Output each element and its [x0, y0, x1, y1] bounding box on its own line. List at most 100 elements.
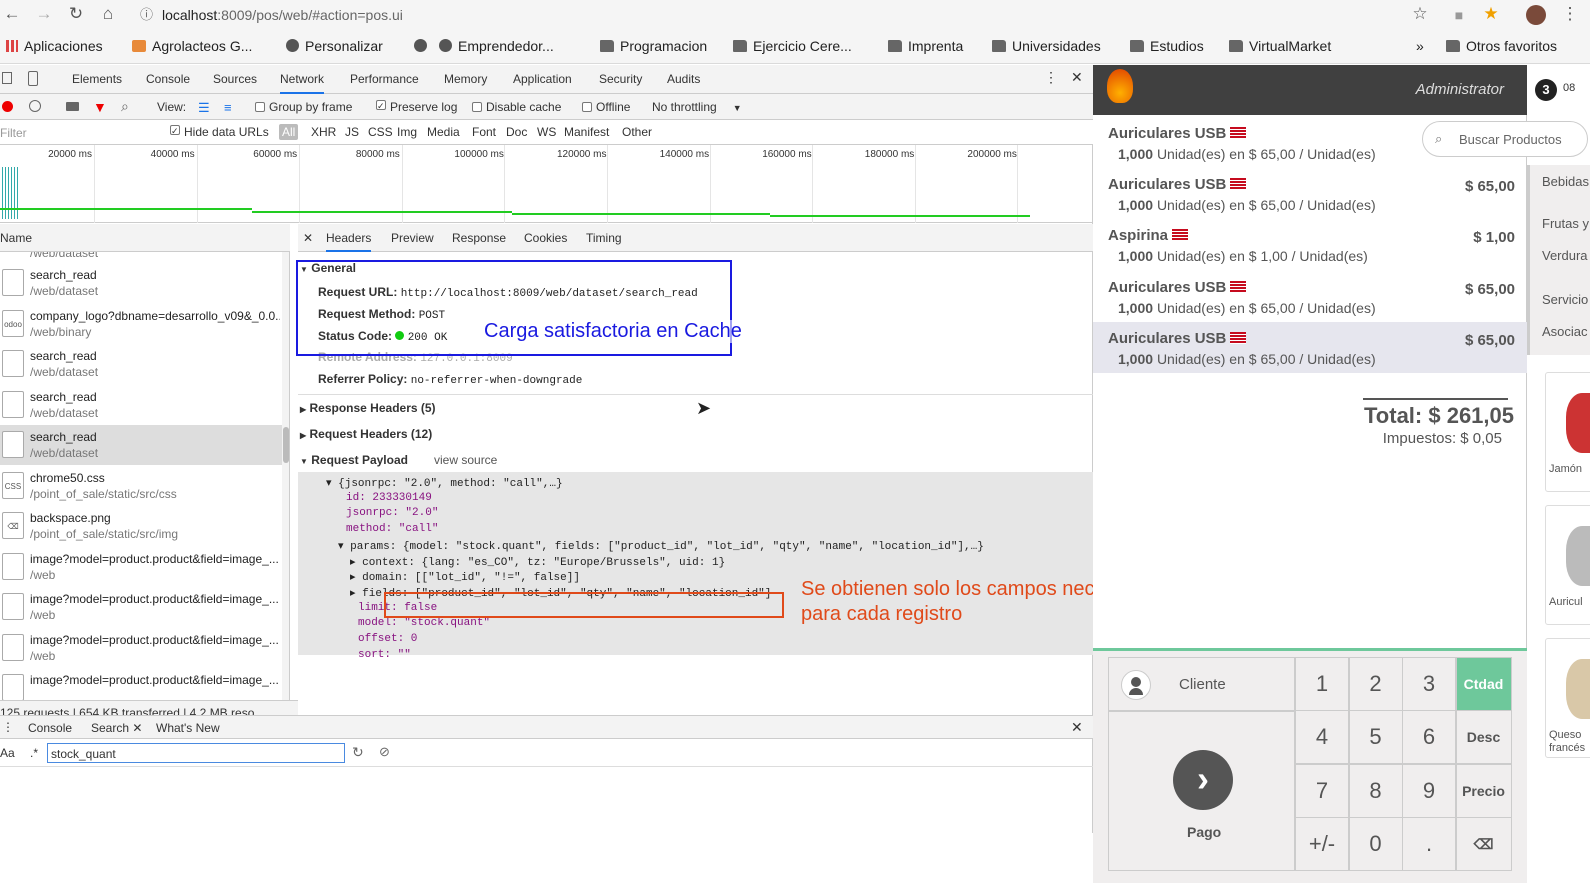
- drawer-tab-console[interactable]: Console: [28, 721, 72, 735]
- profile-avatar[interactable]: [1526, 5, 1546, 25]
- request-row[interactable]: CSS chrome50.css/point_of_sale/static/src…: [0, 466, 282, 506]
- numpad-key[interactable]: 5: [1348, 710, 1403, 765]
- filter-type-all[interactable]: All: [279, 124, 299, 140]
- clear-search-icon[interactable]: ⊘: [379, 744, 390, 760]
- filter-type-ws[interactable]: WS: [537, 125, 556, 139]
- back-icon[interactable]: ←: [0, 4, 24, 24]
- refresh-search-icon[interactable]: ↻: [352, 744, 364, 761]
- payload-line[interactable]: ▾ {jsonrpc: "2.0", method: "call",…}: [326, 476, 563, 490]
- order-selector[interactable]: 3 08: [1527, 65, 1590, 115]
- match-case-toggle[interactable]: Aa: [0, 746, 15, 760]
- request-row[interactable]: search_read/web/dataset: [0, 385, 282, 425]
- orderline[interactable]: Auriculares USB 1,000 Unidad(es) en $ 65,…: [1093, 168, 1527, 219]
- detail-tab-cookies[interactable]: Cookies: [524, 231, 567, 245]
- bookmark-personalizar[interactable]: Personalizar: [286, 38, 383, 54]
- request-row[interactable]: odoo company_logo?dbname=desarrollo_v09&_…: [0, 304, 282, 344]
- offline-checkbox[interactable]: Offline: [582, 100, 630, 114]
- drawer-tab-search[interactable]: Search ✕: [91, 721, 142, 735]
- tab-memory[interactable]: Memory: [444, 72, 487, 86]
- numpad-key[interactable]: .: [1402, 816, 1456, 871]
- bookmark-agrolacteos[interactable]: Agrolacteos G...: [132, 38, 252, 54]
- filter-icon[interactable]: ▼: [93, 99, 107, 115]
- payload-line[interactable]: ▾ params: {model: "stock.quant", fields:…: [338, 539, 984, 553]
- customer-button[interactable]: Cliente: [1108, 657, 1295, 711]
- home-icon[interactable]: ⌂: [96, 4, 120, 24]
- category-item[interactable]: Frutas y: [1542, 216, 1589, 231]
- filter-input[interactable]: Filter: [0, 126, 27, 140]
- bookmark-otros[interactable]: Otros favoritos: [1446, 38, 1557, 54]
- product-search-input[interactable]: ⌕ Buscar Productos: [1422, 121, 1588, 157]
- numpad-key[interactable]: 7: [1295, 763, 1349, 818]
- inspect-icon[interactable]: [2, 72, 12, 84]
- request-row[interactable]: image?model=product.product&field=image_…: [0, 628, 282, 668]
- clear-icon[interactable]: [29, 100, 41, 112]
- info-icon[interactable]: ⓘ: [140, 3, 153, 27]
- close-devtools-icon[interactable]: ✕: [1071, 69, 1083, 86]
- numpad-key[interactable]: 2: [1348, 657, 1403, 711]
- drawer-tab-whats-new[interactable]: What's New: [156, 721, 220, 735]
- request-list[interactable]: /web/dataset search_read/web/dataset odoo…: [0, 252, 290, 700]
- bookmark-universidades[interactable]: Universidades: [992, 38, 1101, 54]
- numpad-key[interactable]: 8: [1348, 763, 1403, 818]
- throttling-select[interactable]: No throttling ▼: [652, 100, 742, 114]
- numpad-key[interactable]: +/-: [1295, 816, 1349, 871]
- extension-star-icon[interactable]: ★: [1479, 4, 1503, 24]
- numpad-key[interactable]: 9: [1402, 763, 1456, 818]
- screenshot-capture-icon[interactable]: [66, 102, 79, 111]
- orderline[interactable]: Auriculares USB 1,000 Unidad(es) en $ 65,…: [1093, 271, 1527, 322]
- numpad-key[interactable]: 3: [1402, 657, 1456, 711]
- drawer-menu-icon[interactable]: ⋮: [2, 720, 14, 734]
- record-icon[interactable]: [2, 101, 13, 112]
- forward-icon[interactable]: →: [32, 4, 56, 24]
- numpad-key[interactable]: Desc: [1455, 710, 1512, 765]
- numpad-key[interactable]: 1: [1295, 657, 1349, 711]
- request-row[interactable]: search_read/web/dataset: [0, 425, 282, 465]
- category-item[interactable]: Bebidas: [1542, 174, 1589, 189]
- hide-data-urls-checkbox[interactable]: Hide data URLs: [170, 125, 269, 139]
- backspace-icon[interactable]: ⌫: [1455, 816, 1512, 871]
- overview-icon[interactable]: ≡: [224, 100, 232, 115]
- category-item[interactable]: Asociac: [1542, 324, 1588, 339]
- menu-icon[interactable]: ⋮: [1558, 4, 1582, 24]
- tab-elements[interactable]: Elements: [72, 72, 122, 86]
- request-row[interactable]: image?model=product.product&field=image_…: [0, 668, 282, 700]
- disable-cache-checkbox[interactable]: Disable cache: [472, 100, 561, 114]
- tab-application[interactable]: Application: [513, 72, 572, 86]
- request-row[interactable]: search_read/web/dataset: [0, 344, 282, 384]
- filter-type-css[interactable]: CSS: [368, 125, 393, 139]
- tab-performance[interactable]: Performance: [350, 72, 419, 86]
- detail-tab-timing[interactable]: Timing: [586, 231, 622, 245]
- view-source-link[interactable]: view source: [434, 453, 497, 467]
- payment-button[interactable]: › Pago: [1108, 711, 1295, 871]
- search-icon[interactable]: ⌕: [121, 98, 129, 115]
- request-row[interactable]: image?model=product.product&field=image_…: [0, 587, 282, 627]
- request-headers-section[interactable]: ▶ Request Headers (12): [300, 427, 432, 441]
- numpad-key[interactable]: 0: [1348, 816, 1403, 871]
- filter-type-other[interactable]: Other: [622, 125, 652, 139]
- tab-sources[interactable]: Sources: [213, 72, 257, 86]
- bookmark-programacion[interactable]: Programacion: [600, 38, 707, 54]
- orderline[interactable]: Aspirina 1,000 Unidad(es) en $ 1,00 / Uni…: [1093, 219, 1527, 270]
- numpad-key[interactable]: Precio: [1455, 763, 1512, 818]
- request-row[interactable]: image?model=product.product&field=image_…: [0, 547, 282, 587]
- numpad-key[interactable]: 4: [1295, 710, 1349, 765]
- tab-network[interactable]: Network: [280, 72, 325, 94]
- filter-type-js[interactable]: JS: [345, 125, 359, 139]
- reload-icon[interactable]: ↻: [64, 4, 88, 24]
- payload-line[interactable]: ▸ domain: [["lot_id", "!=", false]]: [350, 570, 580, 584]
- payload-tree[interactable]: ▾ {jsonrpc: "2.0", method: "call",…} id: …: [298, 472, 1093, 661]
- bookmark-apps[interactable]: Aplicaciones: [6, 38, 103, 54]
- detail-tab-response[interactable]: Response: [452, 231, 506, 245]
- detail-tab-preview[interactable]: Preview: [391, 231, 434, 245]
- filter-type-img[interactable]: Img: [397, 125, 417, 139]
- bookmark-virtualmarket[interactable]: VirtualMarket: [1229, 38, 1331, 54]
- tab-security[interactable]: Security: [599, 72, 642, 86]
- orderline[interactable]: Auriculares USB 1,000 Unidad(es) en $ 65,…: [1093, 321, 1527, 373]
- payload-line[interactable]: ▸ context: {lang: "es_CO", tz: "Europe/B…: [350, 555, 725, 569]
- scrollbar-thumb[interactable]: [283, 427, 289, 463]
- filter-type-doc[interactable]: Doc: [506, 125, 527, 139]
- group-by-frame-checkbox[interactable]: Group by frame: [255, 100, 352, 114]
- preserve-log-checkbox[interactable]: Preserve log: [376, 100, 457, 114]
- bookmark-ejercicio[interactable]: Ejercicio Cere...: [733, 38, 852, 54]
- request-row[interactable]: search_read/web/dataset: [0, 263, 282, 303]
